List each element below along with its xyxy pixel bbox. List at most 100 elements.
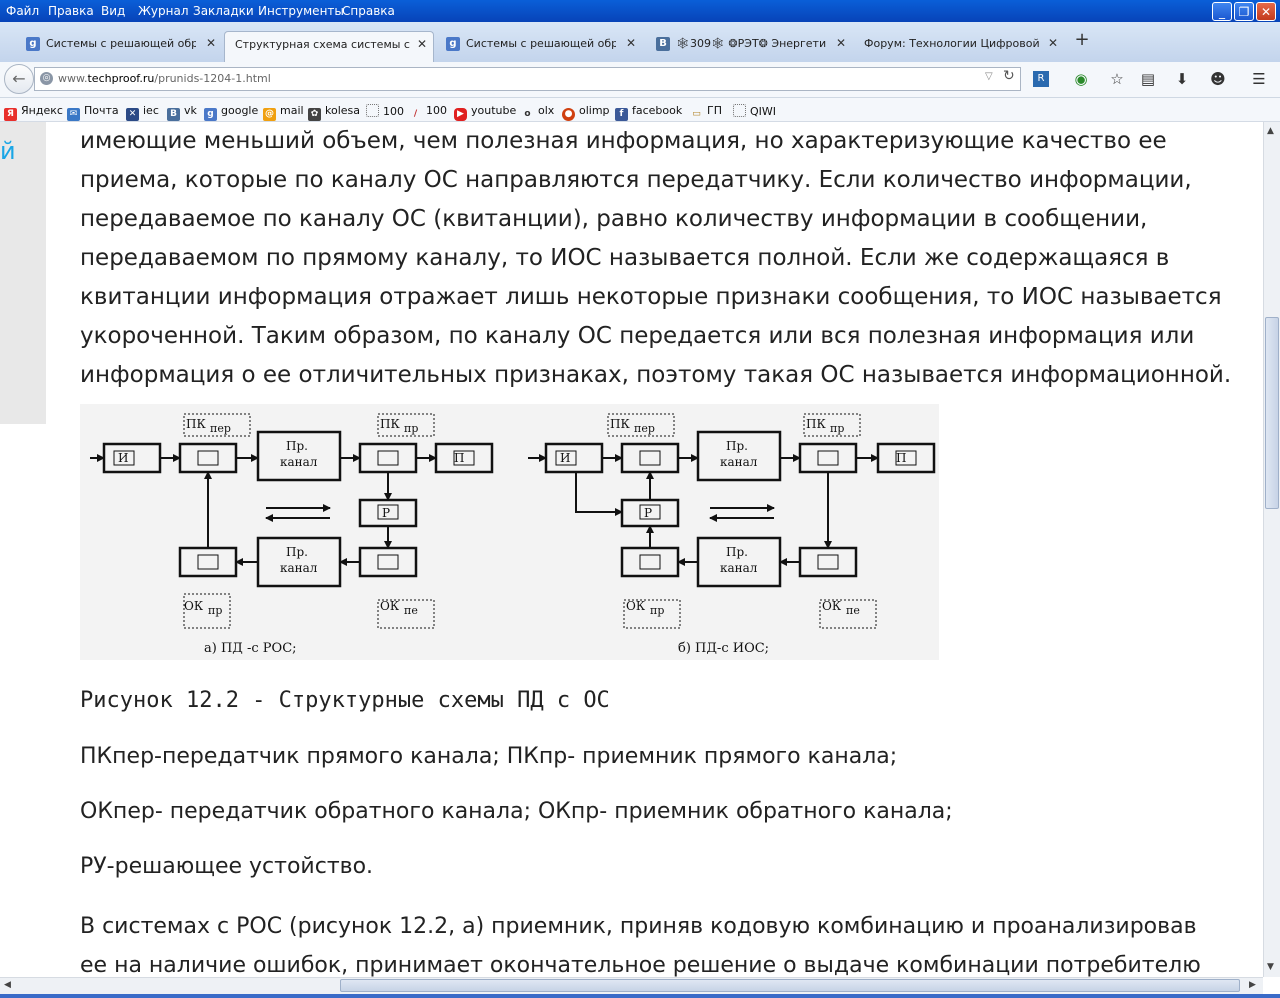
menu-bar: Файл Правка Вид Журнал Закладки Инструме… xyxy=(0,0,1280,22)
close-window-button[interactable]: ✕ xyxy=(1256,2,1276,21)
menu-view[interactable]: Вид xyxy=(101,4,125,18)
dropdown-icon[interactable]: ▽ xyxy=(985,71,993,82)
bookmark-vk[interactable]: Bvk xyxy=(167,104,197,121)
bookmark-olimp[interactable]: ● olimp xyxy=(562,104,610,121)
ok-pr-label: ОК xyxy=(626,599,646,613)
decider-label: Р xyxy=(644,506,652,520)
hello-icon[interactable]: ☻ xyxy=(1207,68,1229,90)
direct-transmitter-block xyxy=(620,442,680,474)
facebook-icon: f xyxy=(615,108,628,121)
url-text[interactable]: www.techproof.ru/prunids-1204-1.html xyxy=(58,72,271,85)
tab-1[interactable]: g Системы с решающей обра... ✕ xyxy=(18,31,222,62)
bookmark-label: kolesa xyxy=(325,104,361,117)
bookmark-google[interactable]: g google xyxy=(204,104,258,121)
vk-icon: B xyxy=(656,37,670,51)
vertical-scrollbar[interactable] xyxy=(1263,122,1280,977)
url-path: /prunids-1204-1.html xyxy=(154,72,271,85)
google-icon: g xyxy=(26,37,40,51)
bookmark-mailru[interactable]: @ mail xyxy=(263,104,304,121)
vk-icon: B xyxy=(167,108,180,121)
channel-label: Пр. xyxy=(726,439,748,453)
text-line: квитанции информация отражает лишь некот… xyxy=(80,284,1222,310)
bookmark-mail[interactable]: ✉ Почта xyxy=(67,104,119,121)
reading-list-icon[interactable]: ▤ xyxy=(1137,68,1159,90)
download-icon[interactable]: ⬇ xyxy=(1171,68,1193,90)
scroll-right-icon[interactable]: ▶ xyxy=(1249,980,1256,990)
menu-tools[interactable]: Инструменты xyxy=(258,4,344,18)
star-icon[interactable]: ☆ xyxy=(1106,68,1128,90)
structural-diagram: И П Пр. канал Пр. канал Р ПК пер ПК пр О… xyxy=(90,413,936,656)
direct-receiver-block xyxy=(798,442,858,474)
page-icon xyxy=(733,104,746,117)
bookmark-qiwi[interactable]: QIWI xyxy=(733,104,776,118)
bookmark-olx[interactable]: o olx xyxy=(521,104,554,121)
ok-pe-label: ОК xyxy=(380,599,400,613)
bookmark-label: google xyxy=(221,104,259,117)
folder-icon: ▭ xyxy=(692,109,701,119)
bookmark-iec[interactable]: ✕ iec xyxy=(126,104,159,121)
text-line: укороченной. Таким образом, по каналу ОС… xyxy=(80,323,1195,349)
new-tab-button[interactable]: + xyxy=(1070,28,1094,52)
close-icon[interactable]: ✕ xyxy=(626,36,636,50)
bookmark-label: QIWI xyxy=(750,105,777,118)
decider-label: Р xyxy=(382,506,390,520)
scroll-down-icon[interactable]: ▼ xyxy=(1267,962,1274,972)
horizontal-scroll-thumb[interactable] xyxy=(340,979,1240,992)
closing-paragraph: В системах с РОС (рисунок 12.2, а) прием… xyxy=(80,907,1201,985)
tab-3[interactable]: g Системы с решающей обра... ✕ xyxy=(438,31,642,62)
close-icon[interactable]: ✕ xyxy=(1048,36,1058,50)
text-line: передаваемое по каналу ОС (квитанции), р… xyxy=(80,206,1148,232)
tab-label: 🕸309🕸 ❂РЭТ❂ Энергетиче... xyxy=(676,37,826,50)
scroll-left-icon[interactable]: ◀ xyxy=(4,980,11,990)
addon-c-icon[interactable]: ◉ xyxy=(1070,68,1092,90)
bookmark-yandex[interactable]: Я Яндекс xyxy=(4,104,63,121)
tab-5[interactable]: Форум: Технологии Цифровой С... ✕ xyxy=(856,31,1064,62)
destination-label: П xyxy=(454,451,464,465)
bookmark-label: mail xyxy=(280,104,304,117)
feedback-receiver-block xyxy=(178,546,238,578)
tab-4[interactable]: B 🕸309🕸 ❂РЭТ❂ Энергетиче... ✕ xyxy=(648,31,852,62)
close-icon[interactable]: ✕ xyxy=(836,36,846,50)
reload-icon[interactable]: ↻ xyxy=(1003,68,1015,84)
channel-label: Пр. xyxy=(286,545,308,559)
direct-receiver-block xyxy=(358,442,418,474)
vertical-scroll-thumb[interactable] xyxy=(1265,317,1279,509)
sidebar-link-fragment[interactable]: й xyxy=(0,137,16,165)
hamburger-menu-icon[interactable]: ☰ xyxy=(1248,68,1270,90)
ok-pe-label: ОК xyxy=(822,599,842,613)
menu-bookmarks[interactable]: Закладки xyxy=(193,4,254,18)
bookmark-folder-gp[interactable]: ▭ ГП xyxy=(690,104,722,121)
menu-edit[interactable]: Правка xyxy=(48,4,94,18)
menu-help[interactable]: Справка xyxy=(342,4,395,18)
google-icon: g xyxy=(204,108,217,121)
url-prefix: www. xyxy=(58,72,88,85)
bookmark-label: Почта xyxy=(84,104,119,117)
minimize-button[interactable]: _ xyxy=(1212,2,1232,21)
restore-button[interactable]: ❐ xyxy=(1234,2,1254,21)
slash-icon: / xyxy=(413,109,418,119)
diagram-b-caption: б) ПД-с ИОС; xyxy=(678,641,769,656)
bookmark-facebook[interactable]: f facebook xyxy=(615,104,682,121)
source-label: И xyxy=(118,451,128,465)
scroll-up-icon[interactable]: ▲ xyxy=(1267,126,1274,136)
menu-history[interactable]: Журнал xyxy=(138,4,189,18)
at-icon: @ xyxy=(263,108,276,121)
bookmark-label: Яндекс xyxy=(21,104,63,117)
tab-2[interactable]: Структурная схема системы с и... ✕ xyxy=(224,31,434,62)
close-icon[interactable]: ✕ xyxy=(417,37,427,51)
ok-pr-label: ОК xyxy=(184,599,204,613)
addon-r-icon[interactable]: R xyxy=(1033,71,1049,87)
page-icon xyxy=(366,104,379,117)
bookmark-100[interactable]: 100 xyxy=(366,104,404,118)
close-icon[interactable]: ✕ xyxy=(206,36,216,50)
ok-pr-sub: пр xyxy=(650,604,664,617)
pk-pr-sub: пр xyxy=(830,422,844,435)
channel-label: Пр. xyxy=(726,545,748,559)
menu-file[interactable]: Файл xyxy=(6,4,39,18)
back-button[interactable]: ← xyxy=(4,64,34,94)
bookmark-100-2[interactable]: / 100 xyxy=(409,104,447,121)
bookmark-youtube[interactable]: ▶ youtube xyxy=(454,104,516,121)
text-line: информация о ее отличительных признаках,… xyxy=(80,362,1232,388)
bookmark-kolesa[interactable]: ✿ kolesa xyxy=(308,104,360,121)
mail-icon: ✉ xyxy=(67,108,80,121)
